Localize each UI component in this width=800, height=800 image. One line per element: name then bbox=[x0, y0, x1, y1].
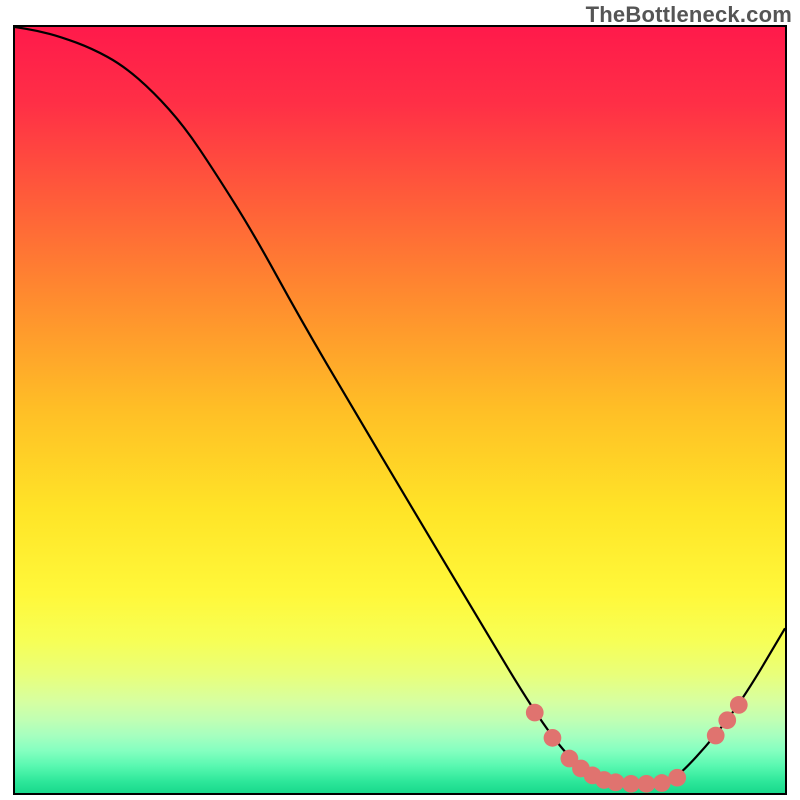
curve-layer bbox=[15, 27, 785, 793]
curve-marker bbox=[707, 727, 725, 745]
curve-marker bbox=[526, 704, 544, 722]
curve-marker bbox=[718, 711, 736, 729]
curve-marker bbox=[622, 775, 640, 793]
curve-marker bbox=[730, 696, 748, 714]
curve-marker bbox=[668, 769, 686, 787]
curve-marker bbox=[638, 775, 656, 793]
chart-stage: TheBottleneck.com bbox=[0, 0, 800, 800]
plot-area bbox=[13, 25, 787, 795]
curve-marker bbox=[653, 774, 671, 792]
bottleneck-curve bbox=[15, 27, 785, 784]
curve-marker bbox=[544, 729, 562, 747]
curve-marker bbox=[607, 773, 625, 791]
